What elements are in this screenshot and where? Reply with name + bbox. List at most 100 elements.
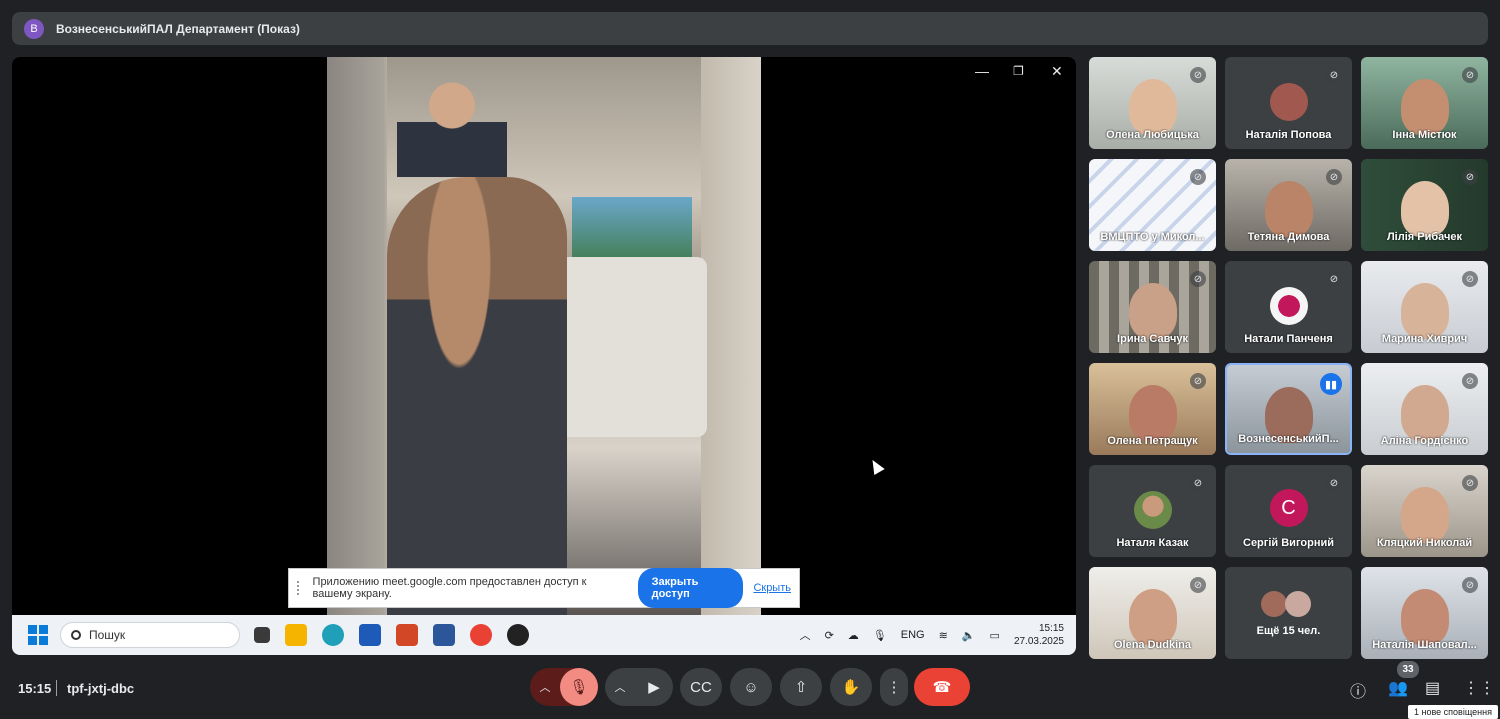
presentation-title: ВознесенськийПАЛ Департамент (Показ) — [56, 21, 300, 36]
mic-options-chevron-icon[interactable]: ︿ — [530, 679, 560, 695]
participant-name: Аліна Гордієнко — [1380, 435, 1469, 447]
start-icon[interactable] — [28, 625, 48, 645]
mic-control-group: ︿ 🎙 — [530, 668, 598, 706]
participant-name: Олена Любицька — [1106, 129, 1199, 141]
edge-icon[interactable] — [322, 624, 344, 646]
task-view-icon[interactable] — [254, 627, 270, 643]
store-icon[interactable] — [359, 624, 381, 646]
more-participants-tile[interactable]: Ещё 15 чел. — [1225, 567, 1352, 659]
taskbar-date: 27.03.2025 — [1013, 636, 1064, 647]
share-notice-text: Приложению meet.google.com предоставлен … — [312, 576, 587, 600]
participant-tile[interactable]: ⊘ Олена Петращук — [1089, 363, 1216, 455]
participant-tile[interactable]: ⊘ Olena Dudkina — [1089, 567, 1216, 659]
mic-off-icon: ⊘ — [1462, 271, 1478, 287]
participant-avatar — [1269, 83, 1308, 121]
cloud-off-icon[interactable]: ☁ — [848, 629, 859, 642]
participant-name: Кляцкий Николай — [1376, 537, 1473, 549]
participant-tile[interactable]: ⊘ Марина Хиврич — [1361, 261, 1488, 353]
participant-avatar — [1269, 287, 1308, 325]
wifi-icon[interactable]: ≋ — [939, 629, 948, 642]
participant-letter-avatar: С — [1269, 489, 1308, 527]
participant-video — [1400, 181, 1449, 237]
captions-button[interactable]: CC — [680, 668, 722, 706]
present-button[interactable]: ⇧ — [780, 668, 822, 706]
taskbar-search[interactable]: Пошук — [60, 622, 240, 648]
file-explorer-icon[interactable] — [285, 624, 307, 646]
stop-sharing-button[interactable]: Закрыть доступ — [637, 568, 744, 608]
mic-off-icon: ⊘ — [1326, 169, 1342, 185]
volume-icon[interactable]: 🔈 — [962, 629, 976, 642]
mic-off-icon: ⊘ — [1190, 475, 1206, 491]
participant-tile[interactable]: ⊘ Наталя Казак — [1089, 465, 1216, 557]
microphone-icon[interactable]: 🎙 — [873, 629, 887, 642]
participants-count-badge: 33 — [1397, 661, 1419, 678]
people-icon[interactable]: 👥 — [1388, 678, 1408, 698]
mic-off-icon: ⊘ — [1190, 271, 1206, 287]
participant-name: Ірина Савчук — [1117, 333, 1188, 345]
sync-icon[interactable]: ⟳ — [825, 629, 834, 642]
chat-icon[interactable]: ▤ — [1425, 678, 1440, 698]
participant-name: ВознесенськийП... — [1238, 433, 1339, 445]
shared-video — [327, 57, 761, 615]
present-screen-icon: ⇧ — [794, 679, 808, 696]
info-icon[interactable]: ⓘ — [1350, 678, 1366, 702]
camera-options-chevron-icon[interactable]: ︿ — [605, 679, 635, 695]
participant-tile[interactable]: ⊘ ВМЦПТО у Микол... — [1089, 159, 1216, 251]
language-indicator[interactable]: ENG — [901, 629, 925, 641]
word-icon[interactable] — [433, 624, 455, 646]
participant-tile[interactable]: ⊘ Кляцкий Николай — [1361, 465, 1488, 557]
participant-avatar — [1133, 491, 1172, 529]
battery-icon[interactable]: ▭ — [990, 629, 1000, 642]
participant-tile[interactable]: ⊘ Аліна Гордієнко — [1361, 363, 1488, 455]
restore-icon[interactable]: ❐ — [1013, 64, 1024, 78]
raise-hand-button[interactable]: ✋ — [830, 668, 872, 706]
participant-name: Наталія Шаповал... — [1372, 639, 1477, 651]
mic-off-icon: ⊘ — [1190, 67, 1206, 83]
leave-call-button[interactable]: ☎ — [914, 668, 970, 706]
participant-video — [1128, 385, 1177, 441]
participant-tile[interactable]: ⊘ Інна Містюк — [1361, 57, 1488, 149]
chevron-up-icon[interactable]: ︿ — [800, 627, 811, 643]
mic-off-button[interactable]: 🎙 — [560, 668, 598, 706]
more-vert-icon: ⋮ — [886, 679, 902, 696]
meeting-time: 15:15 — [18, 681, 52, 696]
participant-video — [1128, 79, 1177, 135]
participant-tile[interactable]: ⊘ Ірина Савчук — [1089, 261, 1216, 353]
more-participants-label: Ещё 15 чел. — [1256, 625, 1321, 637]
activities-icon[interactable]: ⋮⋮ — [1463, 678, 1495, 698]
participant-video — [1400, 283, 1449, 339]
background-worker — [397, 67, 507, 177]
presentation-bar: В ВознесенськийПАЛ Департамент (Показ) — [12, 12, 1488, 45]
participant-tile[interactable]: ⊘ Олена Любицька — [1089, 57, 1216, 149]
participant-video — [1128, 589, 1177, 645]
participant-tile[interactable]: ⊘ Натали Панченя — [1225, 261, 1352, 353]
participant-tile[interactable]: ⊘ Наталія Попова — [1225, 57, 1352, 149]
participant-tile[interactable]: ⊘ Лілія Рибачек — [1361, 159, 1488, 251]
meeting-controls-bar: 15:15 tpf-jxtj-dbc ︿ 🎙 ︿ ▶ CC ☺ ⇧ ✋ ⋮ ☎ … — [0, 661, 1500, 719]
powerpoint-icon[interactable] — [396, 624, 418, 646]
close-icon[interactable]: ✕ — [1051, 63, 1063, 80]
camera-control-group: ︿ ▶ — [605, 668, 673, 706]
media-player-icon[interactable] — [507, 624, 529, 646]
drag-handle-icon[interactable] — [297, 581, 303, 595]
participant-tile[interactable]: ⊘ Наталія Шаповал... — [1361, 567, 1488, 659]
participant-video — [1264, 181, 1313, 237]
divider — [56, 680, 57, 696]
participant-name: Інна Містюк — [1392, 129, 1457, 141]
chrome-icon[interactable] — [470, 624, 492, 646]
sewing-machine — [557, 257, 707, 437]
participant-tile[interactable]: ⊘ Тетяна Димова — [1225, 159, 1352, 251]
camera-button[interactable]: ▶ — [635, 678, 673, 696]
participant-name: Наталія Попова — [1245, 129, 1332, 141]
minimize-icon[interactable]: — — [975, 63, 989, 79]
hide-notice-link[interactable]: Скрыть — [753, 582, 791, 594]
mic-off-icon: ⊘ — [1462, 475, 1478, 491]
reactions-button[interactable]: ☺ — [730, 668, 772, 706]
participant-tile[interactable]: С ⊘ Сергій Вигорний — [1225, 465, 1352, 557]
more-options-button[interactable]: ⋮ — [880, 668, 908, 706]
participant-tile-active-speaker[interactable]: ▮▮ ВознесенськийП... — [1225, 363, 1352, 455]
participant-name: Наталя Казак — [1116, 537, 1189, 549]
taskbar-clock[interactable]: 15:15 27.03.2025 — [1014, 622, 1064, 648]
participant-name: Лілія Рибачек — [1386, 231, 1463, 243]
mic-off-icon: ⊘ — [1462, 67, 1478, 83]
